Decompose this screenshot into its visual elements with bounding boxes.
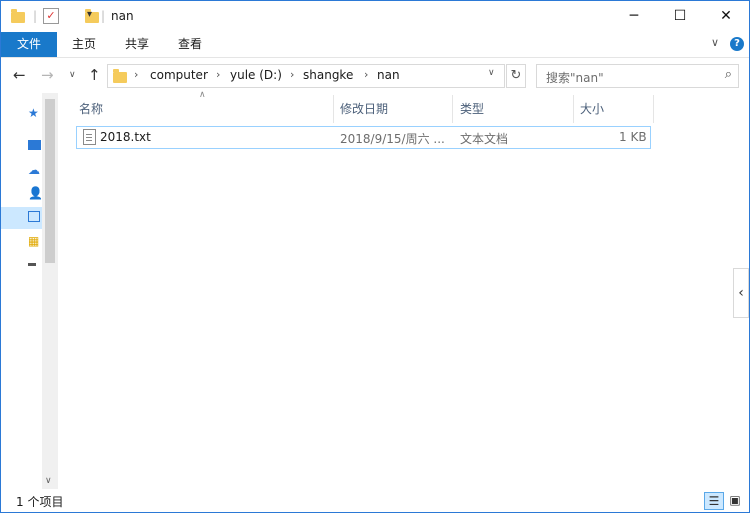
text-file-icon <box>83 129 96 145</box>
recent-locations-icon[interactable]: ∨ <box>69 66 76 84</box>
navigation-bar: ← → ∨ ↑ › computer › yule (D:) › shangke… <box>1 58 749 92</box>
title-separator: | <box>101 9 106 23</box>
forward-icon[interactable]: → <box>41 66 54 84</box>
customize-quick-access-icon[interactable]: ▾ <box>87 9 92 25</box>
explorer-window: | ✓ ▾ | nan ─ ☐ ✕ 文件 主页 共享 查看 ∨ ? ← → ∨ … <box>0 0 750 513</box>
column-divider[interactable] <box>333 95 334 123</box>
file-type: 文本文档 <box>460 132 509 146</box>
search-icon[interactable]: ⌕ <box>725 67 732 82</box>
details-view-icon[interactable]: ☰ <box>704 492 724 510</box>
toolbar-separator: | <box>33 9 38 23</box>
up-icon[interactable]: ↑ <box>88 66 101 84</box>
file-row[interactable]: 2018.txt 2018/9/15/周六 ... 文本文档 1 KB <box>76 126 651 149</box>
this-pc-icon[interactable] <box>28 211 40 222</box>
network-icon[interactable] <box>28 263 36 266</box>
column-header-modified[interactable]: 修改日期 <box>340 100 388 117</box>
folder-icon <box>11 9 25 23</box>
breadcrumb-drive[interactable]: yule (D:) <box>230 68 282 82</box>
column-header-name[interactable]: 名称 <box>79 100 103 117</box>
file-size: 1 KB <box>619 130 647 144</box>
chevron-left-icon[interactable]: ‹ <box>733 268 749 318</box>
minimize-button[interactable]: ─ <box>611 1 657 32</box>
title-bar: | ✓ ▾ | nan ─ ☐ ✕ <box>1 1 749 32</box>
help-icon[interactable]: ? <box>730 37 744 51</box>
chevron-right-icon[interactable]: › <box>364 68 368 81</box>
nav-scrollbar-thumb[interactable] <box>45 99 55 263</box>
column-header-type[interactable]: 类型 <box>460 100 484 117</box>
chevron-right-icon[interactable]: › <box>216 68 220 81</box>
tab-home[interactable]: 主页 <box>57 32 111 57</box>
desktop-icon[interactable] <box>28 140 41 150</box>
breadcrumb-nan[interactable]: nan <box>377 68 400 82</box>
close-button[interactable]: ✕ <box>703 1 749 32</box>
search-placeholder: 搜索"nan" <box>546 71 604 85</box>
properties-icon[interactable]: ✓ <box>43 8 59 24</box>
nav-scrollbar[interactable]: ∨ <box>42 93 58 489</box>
column-header-size[interactable]: 大小 <box>580 100 604 117</box>
onedrive-icon[interactable]: ☁ <box>28 164 40 176</box>
tab-file[interactable]: 文件 <box>1 32 57 57</box>
tab-share[interactable]: 共享 <box>111 32 163 57</box>
window-title: nan <box>111 9 134 23</box>
breadcrumb-computer[interactable]: computer <box>150 68 208 82</box>
user-icon[interactable]: 👤 <box>28 187 43 199</box>
chevron-right-icon[interactable]: › <box>290 68 294 81</box>
address-bar[interactable]: › computer › yule (D:) › shangke › nan ∨ <box>107 64 505 88</box>
refresh-button[interactable]: ↻ <box>506 64 526 88</box>
large-icons-view-icon[interactable]: ▣ <box>726 492 744 508</box>
folder-icon <box>113 69 127 83</box>
libraries-icon[interactable]: ▦ <box>28 235 40 247</box>
quick-access-star-icon[interactable]: ★ <box>28 107 40 119</box>
file-name[interactable]: 2018.txt <box>100 130 151 144</box>
column-divider[interactable] <box>573 95 574 123</box>
file-list: ∧ 名称 修改日期 类型 大小 2018.txt 2018/9/15/周六 ..… <box>59 90 749 489</box>
breadcrumb-shangke[interactable]: shangke <box>303 68 353 82</box>
column-divider[interactable] <box>653 95 654 123</box>
navigation-pane: ★ ☁ 👤 ▦ ∨ <box>1 93 58 489</box>
back-icon[interactable]: ← <box>13 66 26 84</box>
maximize-button[interactable]: ☐ <box>657 1 703 32</box>
ribbon: 文件 主页 共享 查看 ∨ ? <box>1 32 749 58</box>
chevron-right-icon[interactable]: › <box>134 68 138 81</box>
status-bar: 1 个项目 ☰ ▣ <box>1 489 749 512</box>
scroll-down-icon[interactable]: ∨ <box>45 476 52 486</box>
chevron-down-icon[interactable]: ∨ <box>488 68 495 78</box>
search-box[interactable]: 搜索"nan" ⌕ <box>536 64 739 88</box>
tab-view[interactable]: 查看 <box>163 32 217 57</box>
item-count: 1 个项目 <box>16 495 64 509</box>
expand-ribbon-icon[interactable]: ∨ <box>711 36 719 49</box>
file-modified: 2018/9/15/周六 ... <box>340 132 445 146</box>
sort-ascending-icon: ∧ <box>199 90 206 100</box>
column-divider[interactable] <box>452 95 453 123</box>
